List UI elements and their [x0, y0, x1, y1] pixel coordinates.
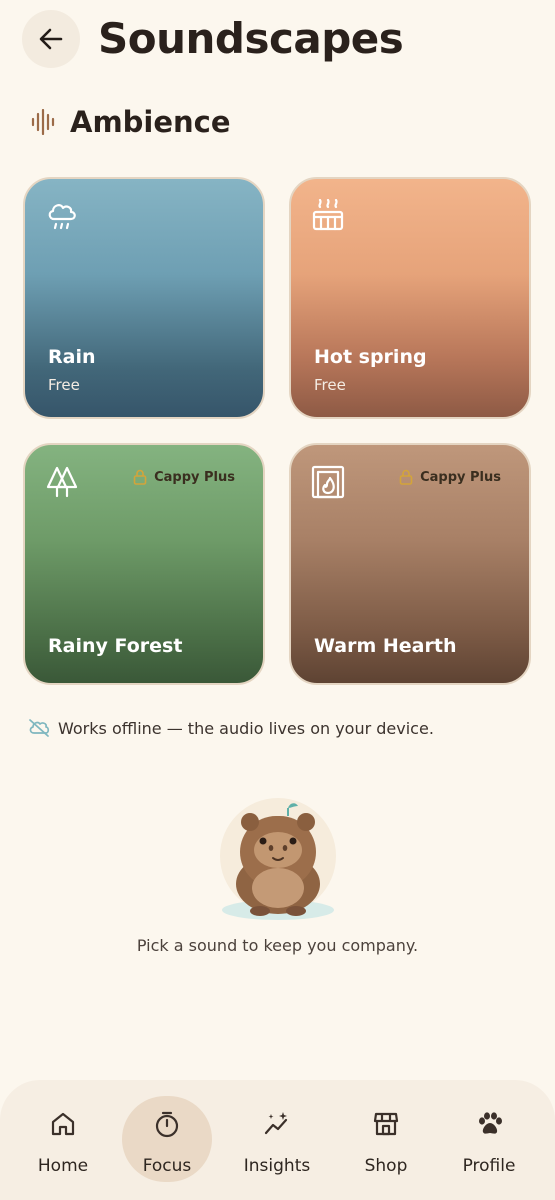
section-header: Ambience	[30, 102, 231, 142]
back-button[interactable]	[22, 10, 80, 68]
section-title: Ambience	[70, 105, 231, 139]
badge-label: Cappy Plus	[420, 469, 501, 485]
sound-wave-icon	[31, 109, 55, 135]
card-title: Warm Hearth	[314, 635, 457, 657]
sound-card-hot-spring[interactable]: Hot spring Free	[289, 177, 531, 419]
sound-card-rain[interactable]: Rain Free	[23, 177, 265, 419]
sound-card-rainy-forest[interactable]: Cappy Plus Rainy Forest	[23, 443, 265, 685]
card-title: Rainy Forest	[48, 635, 183, 657]
nav-item-focus[interactable]: Focus	[122, 1096, 212, 1182]
bottom-nav: Home Focus Insights Shop Profile	[0, 1080, 555, 1200]
nav-item-home[interactable]: Home	[18, 1098, 108, 1182]
arrow-left-icon	[39, 28, 63, 50]
nav-item-shop[interactable]: Shop	[341, 1098, 431, 1182]
header: Soundscapes	[0, 0, 555, 80]
insights-icon	[264, 1112, 288, 1135]
nav-label: Focus	[142, 1156, 192, 1176]
hot-spring-icon	[312, 199, 344, 231]
lock-icon	[399, 469, 413, 485]
offline-note: Works offline — the audio lives on your …	[28, 718, 434, 738]
capybara-mascot	[220, 798, 336, 920]
premium-badge: Cappy Plus	[133, 469, 235, 485]
pine-trees-icon	[46, 466, 78, 498]
card-subtitle: Free	[314, 376, 346, 394]
nav-label: Home	[37, 1156, 89, 1176]
nav-item-profile[interactable]: Profile	[444, 1098, 534, 1182]
lock-icon	[133, 469, 147, 485]
badge-label: Cappy Plus	[154, 469, 235, 485]
card-subtitle: Free	[48, 376, 80, 394]
empty-state-caption: Pick a sound to keep you company.	[136, 936, 419, 955]
nav-label: Shop	[364, 1156, 408, 1176]
premium-badge: Cappy Plus	[399, 469, 501, 485]
sound-card-warm-hearth[interactable]: Cappy Plus Warm Hearth	[289, 443, 531, 685]
nav-label: Profile	[462, 1156, 516, 1176]
offline-text: Works offline — the audio lives on your …	[58, 718, 434, 738]
rain-cloud-icon	[48, 204, 76, 230]
card-title: Hot spring	[314, 346, 427, 368]
card-title: Rain	[48, 346, 96, 368]
stopwatch-icon	[155, 1111, 179, 1138]
home-icon	[51, 1112, 75, 1136]
nav-label: Insights	[243, 1156, 311, 1176]
fireplace-icon	[311, 465, 345, 499]
nav-item-insights[interactable]: Insights	[232, 1098, 322, 1182]
cloud-off-icon	[29, 719, 50, 737]
page-title: Soundscapes	[98, 14, 404, 63]
shop-icon	[373, 1112, 399, 1136]
paw-icon	[479, 1112, 502, 1134]
